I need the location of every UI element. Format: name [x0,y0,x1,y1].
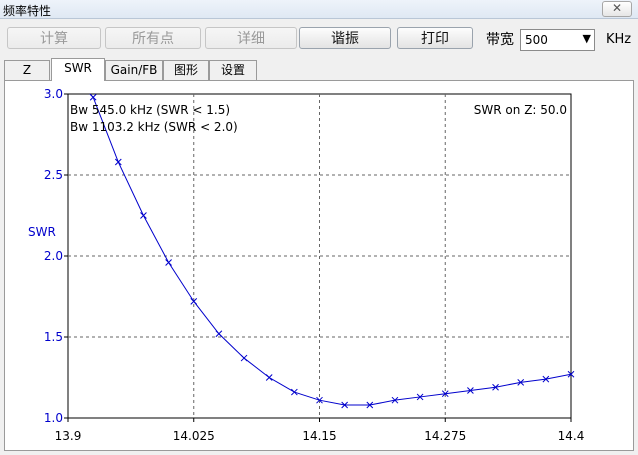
y-tick-label: 2.5 [44,168,63,182]
bw-annotation-1: Bw 545.0 kHz (SWR < 1.5) [70,103,230,117]
tab-swr[interactable]: SWR [51,58,105,81]
y-tick-label: 1.0 [44,411,63,425]
swr-z-annotation: SWR on Z: 50.0 [474,103,567,117]
x-tick-label: 14.4 [558,429,585,443]
x-tick-label: 14.025 [173,429,215,443]
y-axis-label: SWR [28,225,56,239]
bw-annotation-2: Bw 1103.2 kHz (SWR < 2.0) [70,120,238,134]
y-tick-label: 1.5 [44,330,63,344]
x-tick-label: 13.9 [55,429,82,443]
y-tick-label: 2.0 [44,249,63,263]
x-tick-label: 14.275 [424,429,466,443]
x-tick-label: 14.15 [302,429,336,443]
y-tick-label: 3.0 [44,87,63,101]
